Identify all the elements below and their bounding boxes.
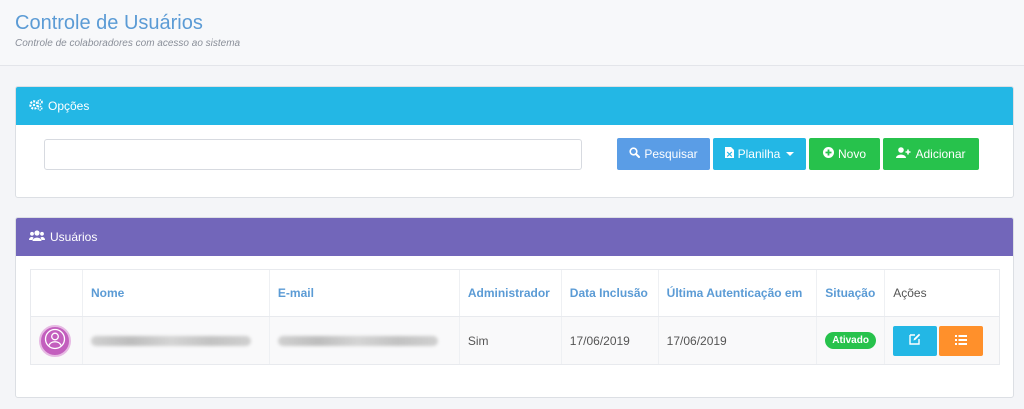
user-last-auth-cell: 17/06/2019 bbox=[657, 316, 817, 365]
details-button[interactable] bbox=[939, 325, 984, 356]
users-icon bbox=[29, 230, 45, 244]
sheet-dropdown-button[interactable]: Planilha bbox=[713, 138, 806, 170]
search-button-label: Pesquisar bbox=[644, 147, 698, 161]
users-panel: Usuários Nome E-mail Administrador Data … bbox=[15, 217, 1014, 398]
users-panel-title: Usuários bbox=[50, 230, 98, 244]
user-status-cell: Ativado bbox=[816, 316, 885, 365]
options-panel-heading: Opções bbox=[16, 87, 1013, 125]
col-last-auth[interactable]: Última Autenticação em bbox=[657, 269, 817, 317]
user-actions-cell bbox=[884, 316, 1000, 365]
user-circle-icon bbox=[44, 328, 66, 353]
new-button-label: Novo bbox=[837, 147, 866, 161]
redacted-name bbox=[90, 335, 251, 346]
col-actions: Ações bbox=[884, 269, 1000, 317]
table-row: Sim 17/06/2019 17/06/2019 Ativado bbox=[30, 316, 1000, 365]
users-panel-heading: Usuários bbox=[16, 218, 1013, 256]
options-panel-title: Opções bbox=[48, 99, 90, 113]
search-input[interactable] bbox=[44, 139, 582, 170]
avatar bbox=[39, 324, 71, 357]
user-admin-cell: Sim bbox=[458, 316, 562, 365]
page-title: Controle de Usuários bbox=[15, 12, 203, 34]
redacted-email bbox=[277, 335, 438, 346]
new-button[interactable]: Novo bbox=[809, 138, 880, 170]
caret-down-icon bbox=[786, 152, 795, 156]
plus-circle-icon bbox=[822, 147, 834, 161]
user-plus-icon bbox=[896, 147, 911, 161]
search-button[interactable]: Pesquisar bbox=[617, 138, 710, 170]
add-user-button[interactable]: Adicionar bbox=[883, 138, 979, 170]
user-name-cell bbox=[81, 316, 270, 365]
sheet-button-label: Planilha bbox=[737, 147, 781, 161]
file-excel-icon bbox=[724, 147, 734, 161]
col-avatar bbox=[30, 269, 83, 317]
avatar-cell bbox=[30, 316, 83, 365]
col-name[interactable]: Nome bbox=[81, 269, 270, 317]
options-panel: Opções Pesquisar Planilha Novo Adicionar bbox=[15, 86, 1014, 198]
edit-icon bbox=[909, 333, 921, 348]
add-button-label: Adicionar bbox=[915, 147, 966, 161]
user-email-cell bbox=[268, 316, 460, 365]
list-icon bbox=[955, 334, 968, 348]
status-badge: Ativado bbox=[825, 332, 876, 349]
col-created[interactable]: Data Inclusão bbox=[560, 269, 659, 317]
col-admin[interactable]: Administrador bbox=[458, 269, 562, 317]
search-icon bbox=[629, 147, 641, 161]
col-status[interactable]: Situação bbox=[816, 269, 885, 317]
edit-button[interactable] bbox=[893, 325, 938, 356]
users-table: Nome E-mail Administrador Data Inclusão … bbox=[30, 269, 1000, 365]
page-subtitle: Controle de colaboradores com acesso ao … bbox=[15, 38, 241, 49]
user-created-cell: 17/06/2019 bbox=[560, 316, 659, 365]
col-email[interactable]: E-mail bbox=[268, 269, 460, 317]
table-header-row: Nome E-mail Administrador Data Inclusão … bbox=[30, 269, 1000, 317]
page-header: Controle de Usuários Controle de colabor… bbox=[0, 0, 1024, 66]
cogs-icon bbox=[29, 98, 43, 114]
